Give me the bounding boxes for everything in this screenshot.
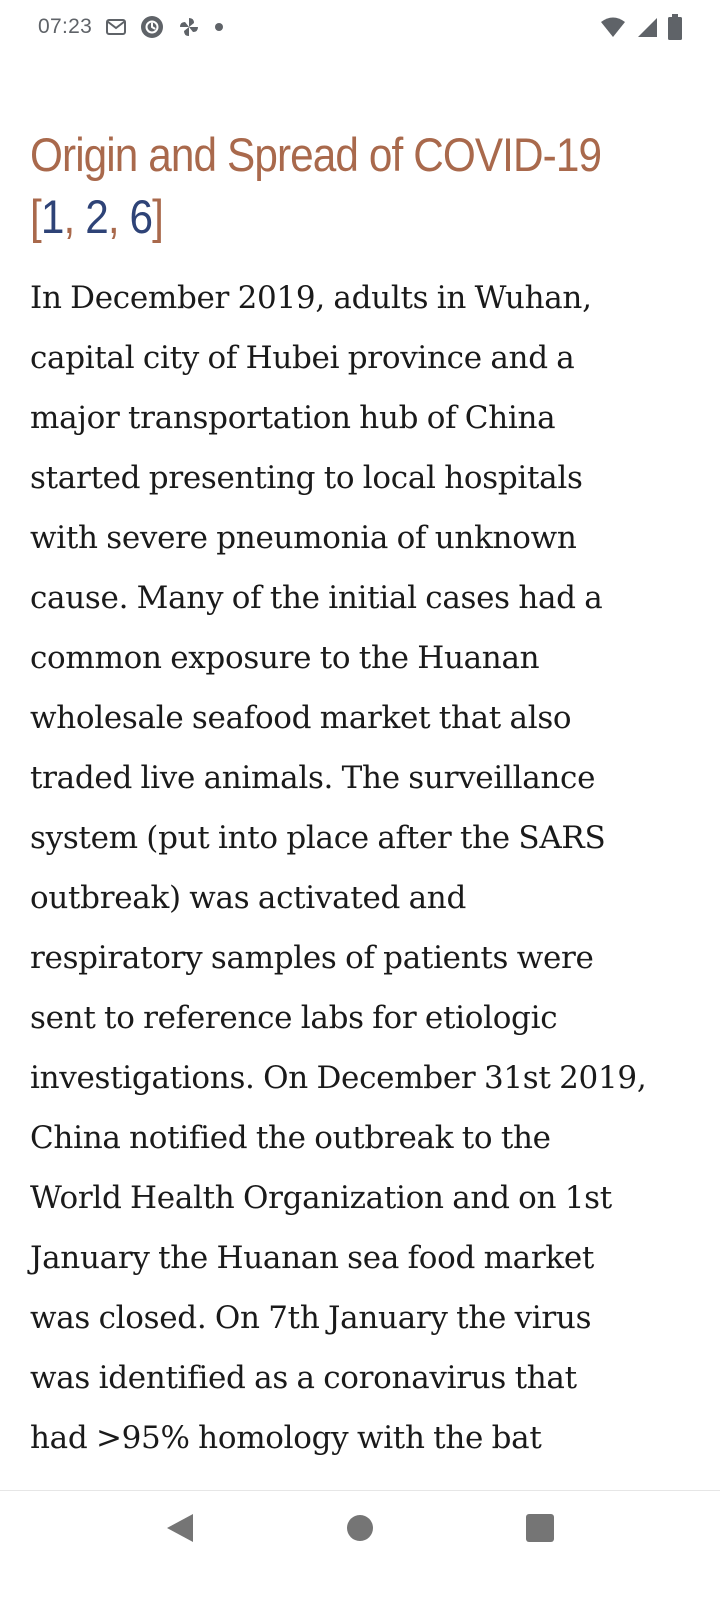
status-bar-right [600,14,682,40]
body-line: common exposure to the Huanan [30,640,540,676]
body-line: outbreak) was activated and [30,880,466,916]
recents-button[interactable] [520,1508,560,1548]
body-line: investigations. On December 31st 2019, [30,1060,647,1096]
body-line: China notified the outbreak to the [30,1120,551,1156]
home-circle-icon [347,1515,373,1541]
citation-separator: , [107,190,130,243]
body-line: sent to reference labs for etiologic [30,1000,558,1036]
body-line: January the Huanan sea food market [30,1240,595,1276]
title-text: Origin and Spread of COVID-19 [30,128,602,181]
body-line: with severe pneumonia of unknown [30,520,577,556]
body-line: traded live animals. The surveillance [30,760,596,796]
title-close-bracket: ] [152,190,164,243]
status-time: 07:23 [38,15,93,38]
citation-link-2[interactable]: 2 [85,190,109,243]
navigation-bar [0,1490,720,1600]
notification-dot-icon [214,22,224,32]
body-line: capital city of Hubei province and a [30,340,575,376]
citation-link-6[interactable]: 6 [130,190,154,243]
body-line: In December 2019, adults in Wuhan, [30,280,592,316]
sync-badge-icon [140,15,164,39]
back-triangle-icon [167,1514,193,1542]
citation-separator: , [63,190,86,243]
body-line: World Health Organization and on 1st [30,1180,612,1216]
cellular-signal-icon [636,16,658,38]
battery-icon [668,14,682,40]
body-line: wholesale seafood market that also [30,700,572,736]
body-line: started presenting to local hospitals [30,460,583,496]
gmail-icon [106,19,127,35]
wifi-icon [600,16,626,38]
body-line: was identified as a coronavirus that [30,1360,577,1396]
article-title: Origin and Spread of COVID-19 [1, 2, 6] [30,124,624,248]
body-line: had >95% homology with the bat [30,1420,542,1456]
body-line: cause. Many of the initial cases had a [30,580,603,616]
body-line: respiratory samples of patients were [30,940,594,976]
body-line: major transportation hub of China [30,400,556,436]
article-body: In December 2019, adults in Wuhan, capit… [30,268,690,1468]
body-line: was closed. On 7th January the virus [30,1300,592,1336]
citation-link-1[interactable]: 1 [41,190,65,243]
pinwheel-icon [178,16,200,38]
home-button[interactable] [340,1508,380,1548]
status-bar-left: 07:23 [38,15,224,39]
title-open-bracket: [ [30,190,42,243]
back-button[interactable] [160,1508,200,1548]
status-bar: 07:23 [0,0,720,54]
body-line: system (put into place after the SARS [30,820,606,856]
recents-square-icon [526,1514,554,1542]
article: Origin and Spread of COVID-19 [1, 2, 6] … [30,124,690,1468]
